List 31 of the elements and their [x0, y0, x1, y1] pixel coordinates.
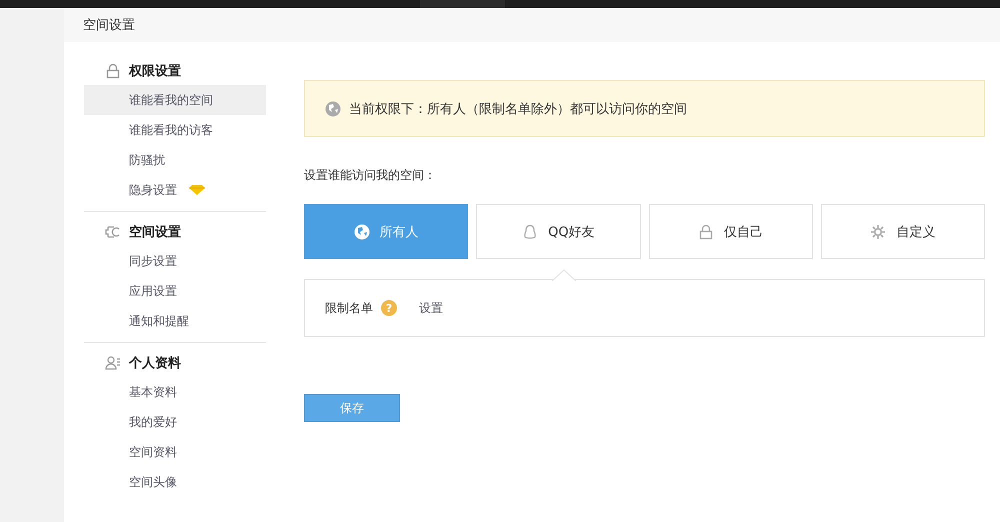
lock-icon	[698, 224, 714, 240]
sidebar-item[interactable]: 防骚扰	[84, 145, 266, 175]
globe-icon	[354, 224, 370, 240]
option-tab[interactable]: 自定义	[820, 204, 985, 259]
sidebar-item[interactable]: 空间头像	[84, 467, 266, 497]
plug-icon	[105, 224, 121, 240]
sidebar-item[interactable]: 空间资料	[84, 437, 266, 467]
sidebar-item[interactable]: 应用设置	[84, 276, 266, 306]
section-title: 权限设置	[129, 63, 181, 80]
sidebar-item[interactable]: 谁能看我的访客	[84, 115, 266, 145]
section-title: 个人资料	[129, 355, 181, 372]
sidebar-item[interactable]: 基本资料	[84, 377, 266, 407]
sidebar-item[interactable]: 通知和提醒	[84, 306, 266, 336]
settings-link[interactable]: 设置	[419, 300, 443, 316]
section-title: 空间设置	[129, 224, 181, 241]
sidebar-item[interactable]: 谁能看我的空间	[84, 85, 266, 115]
person-list-icon	[105, 355, 121, 371]
top-bar-tab[interactable]	[420, 0, 505, 8]
penguin-icon	[522, 224, 538, 240]
restrict-label: 限制名单	[325, 300, 373, 316]
sidebar-item[interactable]: 同步设置	[84, 246, 266, 276]
sidebar-item[interactable]: 我的爱好	[84, 407, 266, 437]
option-tab[interactable]: 仅自己	[648, 204, 813, 259]
gear-icon	[870, 224, 886, 240]
page-title: 空间设置	[83, 17, 135, 34]
notice-text: 当前权限下：所有人（限制名单除外）都可以访问你的空间	[349, 100, 687, 118]
prompt-label: 设置谁能访问我的空间：	[304, 167, 437, 184]
sidebar-item[interactable]: 隐身设置	[84, 175, 266, 205]
lock-icon	[105, 63, 121, 79]
option-tab[interactable]: QQ好友	[476, 204, 640, 259]
globe-icon	[325, 100, 341, 116]
